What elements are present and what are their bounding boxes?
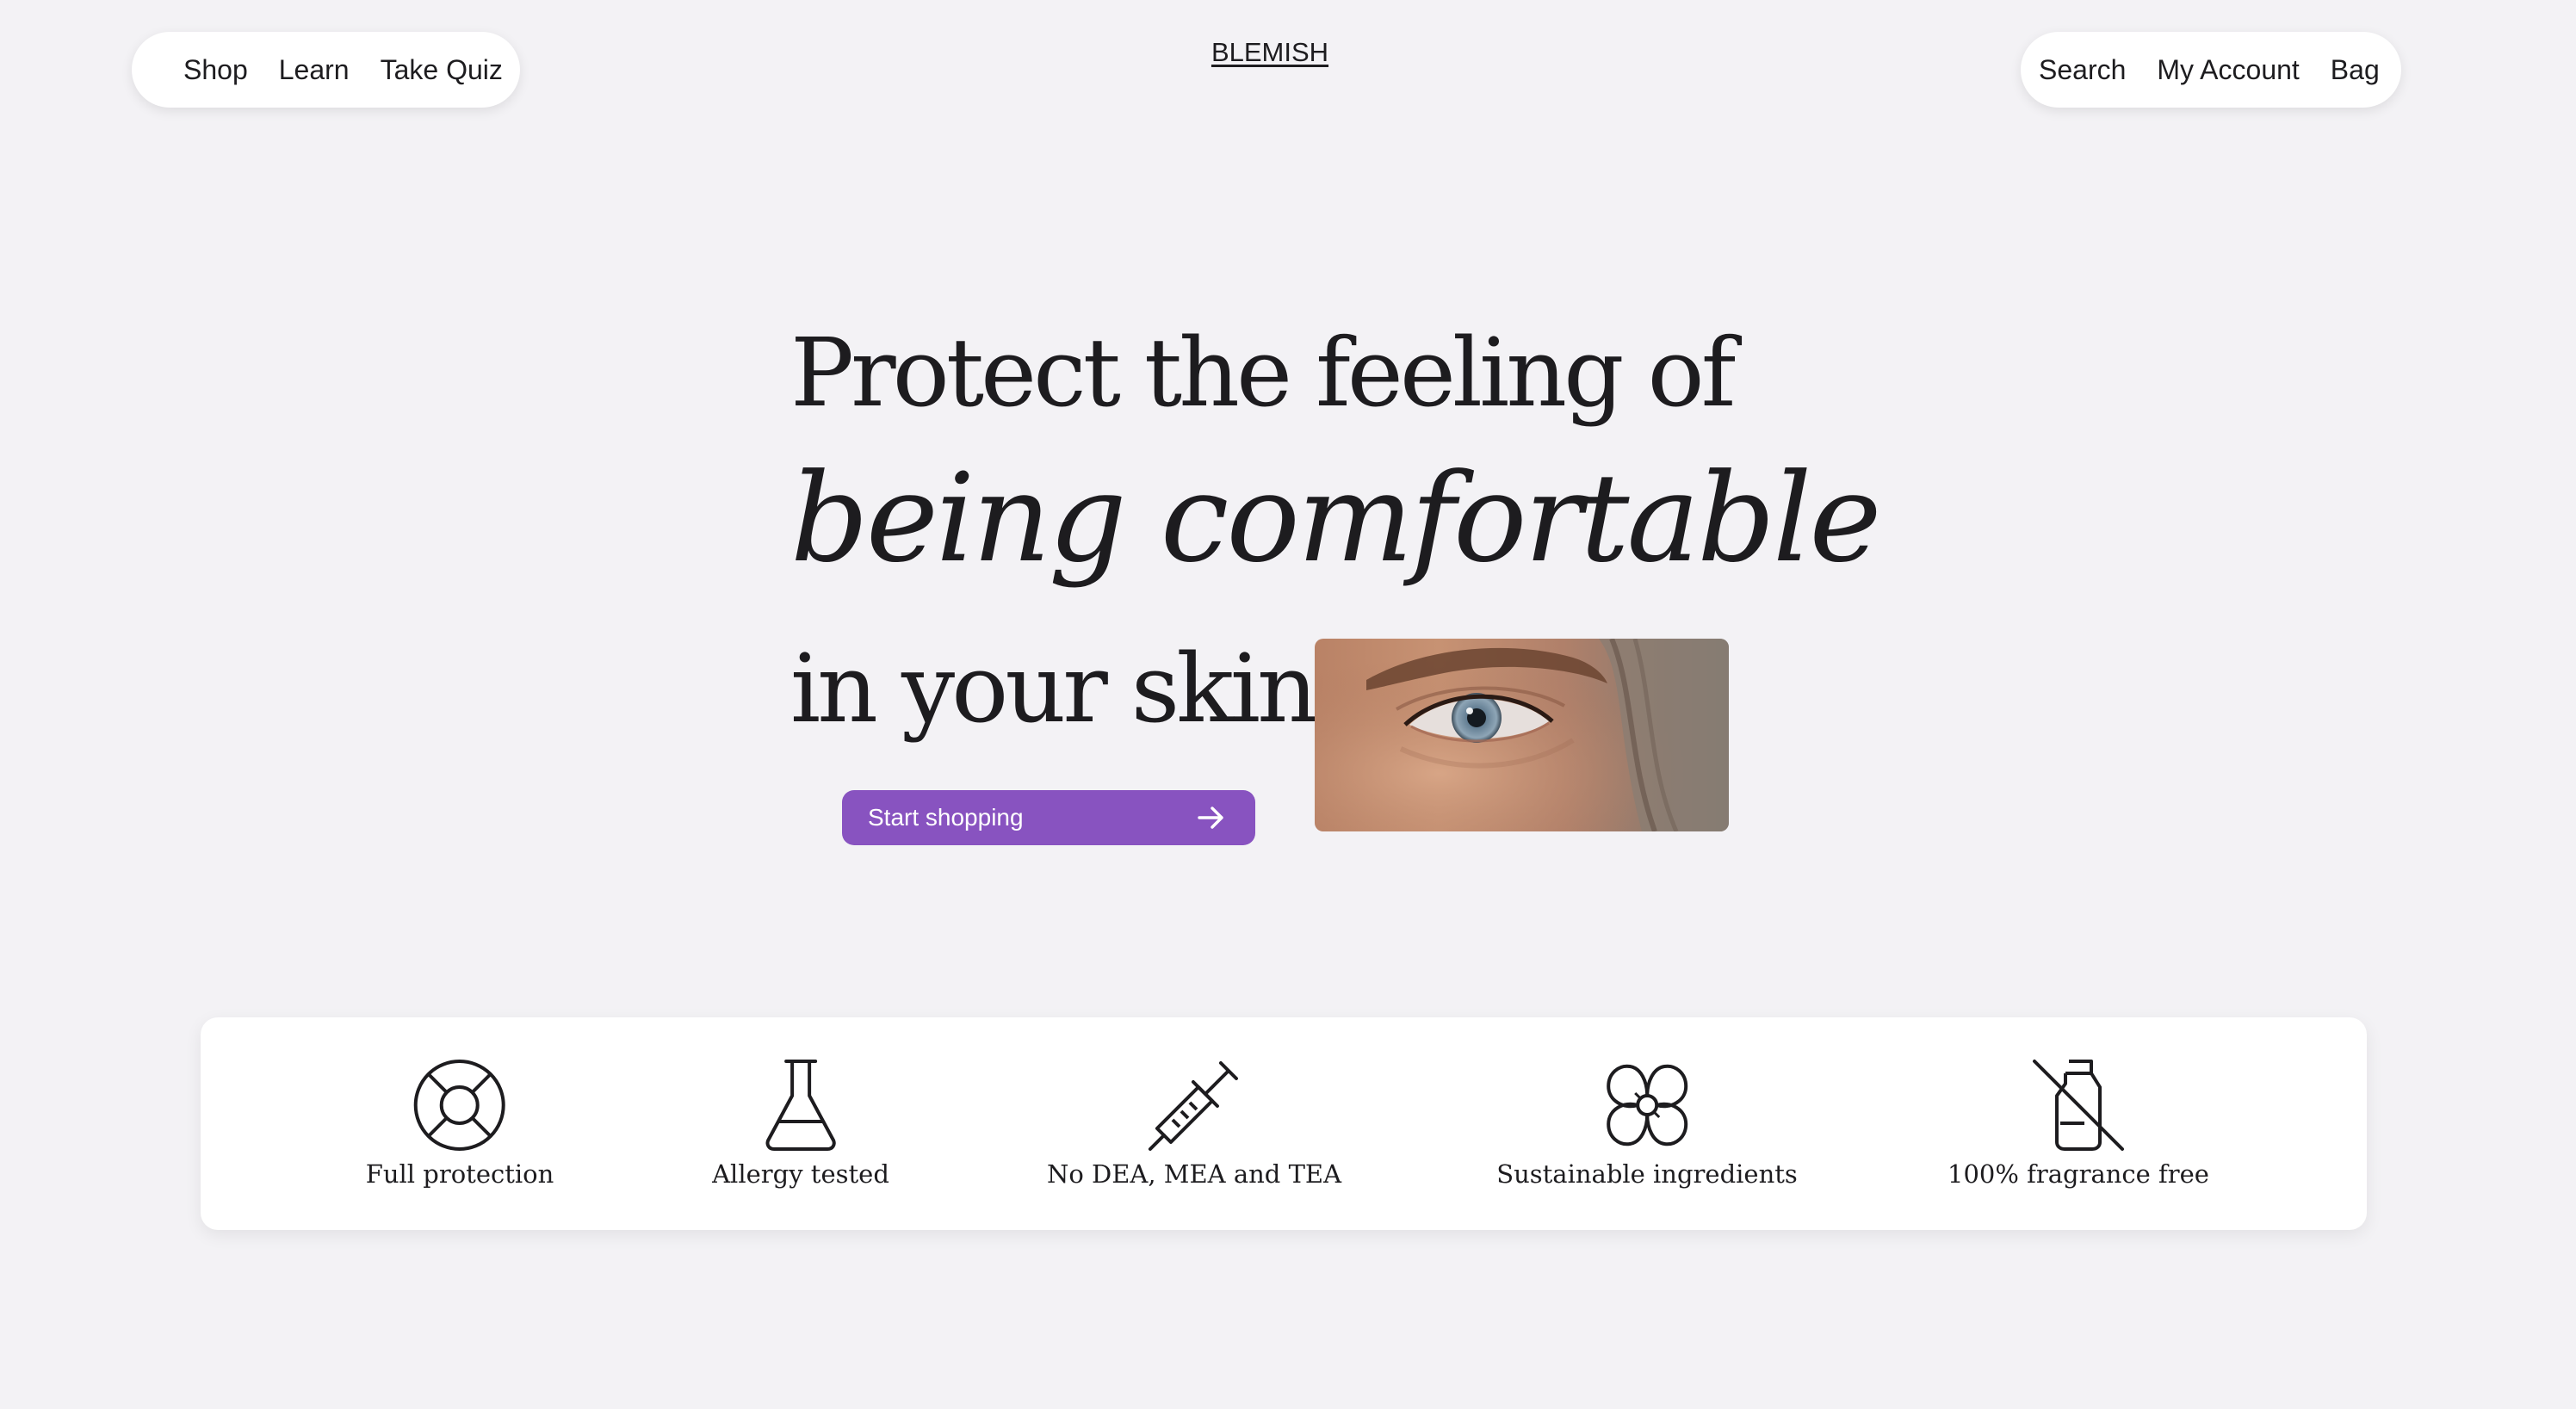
- start-shopping-button[interactable]: Start shopping: [842, 790, 1255, 845]
- hero-heading-line-3: in your skin.: [790, 633, 1345, 744]
- feature-label: 100% fragrance free: [1947, 1159, 2209, 1189]
- feature-full-protection: Full protection: [366, 1017, 554, 1230]
- start-shopping-label: Start shopping: [868, 804, 1024, 831]
- hero-heading-line-2: being comfortable: [790, 448, 1882, 590]
- feature-label: Sustainable ingredients: [1496, 1159, 1798, 1189]
- nav-bag-link[interactable]: Bag: [2331, 56, 2380, 83]
- account-nav: Search My Account Bag: [2021, 32, 2401, 108]
- syringe-icon: [1147, 1058, 1242, 1153]
- arrow-right-icon: [1198, 806, 1223, 829]
- lifebuoy-icon: [412, 1058, 507, 1153]
- feature-label: Allergy tested: [712, 1159, 889, 1189]
- nav-my-account-link[interactable]: My Account: [2157, 56, 2299, 83]
- feature-no-dea-mea-tea: No DEA, MEA and TEA: [1047, 1017, 1341, 1230]
- hero-heading-line-1: Protect the feeling of: [790, 318, 1736, 428]
- bottle-crossed-icon: [2031, 1058, 2126, 1153]
- nav-search-link[interactable]: Search: [2039, 56, 2126, 83]
- eye-closeup-image: [1315, 639, 1729, 831]
- feature-allergy-tested: Allergy tested: [712, 1017, 889, 1230]
- eye-illustration: [1315, 639, 1729, 831]
- flask-icon: [753, 1058, 848, 1153]
- feature-label: No DEA, MEA and TEA: [1046, 1159, 1342, 1189]
- feature-fragrance-free: 100% fragrance free: [1947, 1017, 2209, 1230]
- flower-icon: [1600, 1058, 1694, 1153]
- features-bar: Full protection Allergy tested No DEA, M…: [201, 1017, 2367, 1230]
- feature-label: Full protection: [365, 1159, 554, 1189]
- feature-sustainable-ingredients: Sustainable ingredients: [1496, 1017, 1798, 1230]
